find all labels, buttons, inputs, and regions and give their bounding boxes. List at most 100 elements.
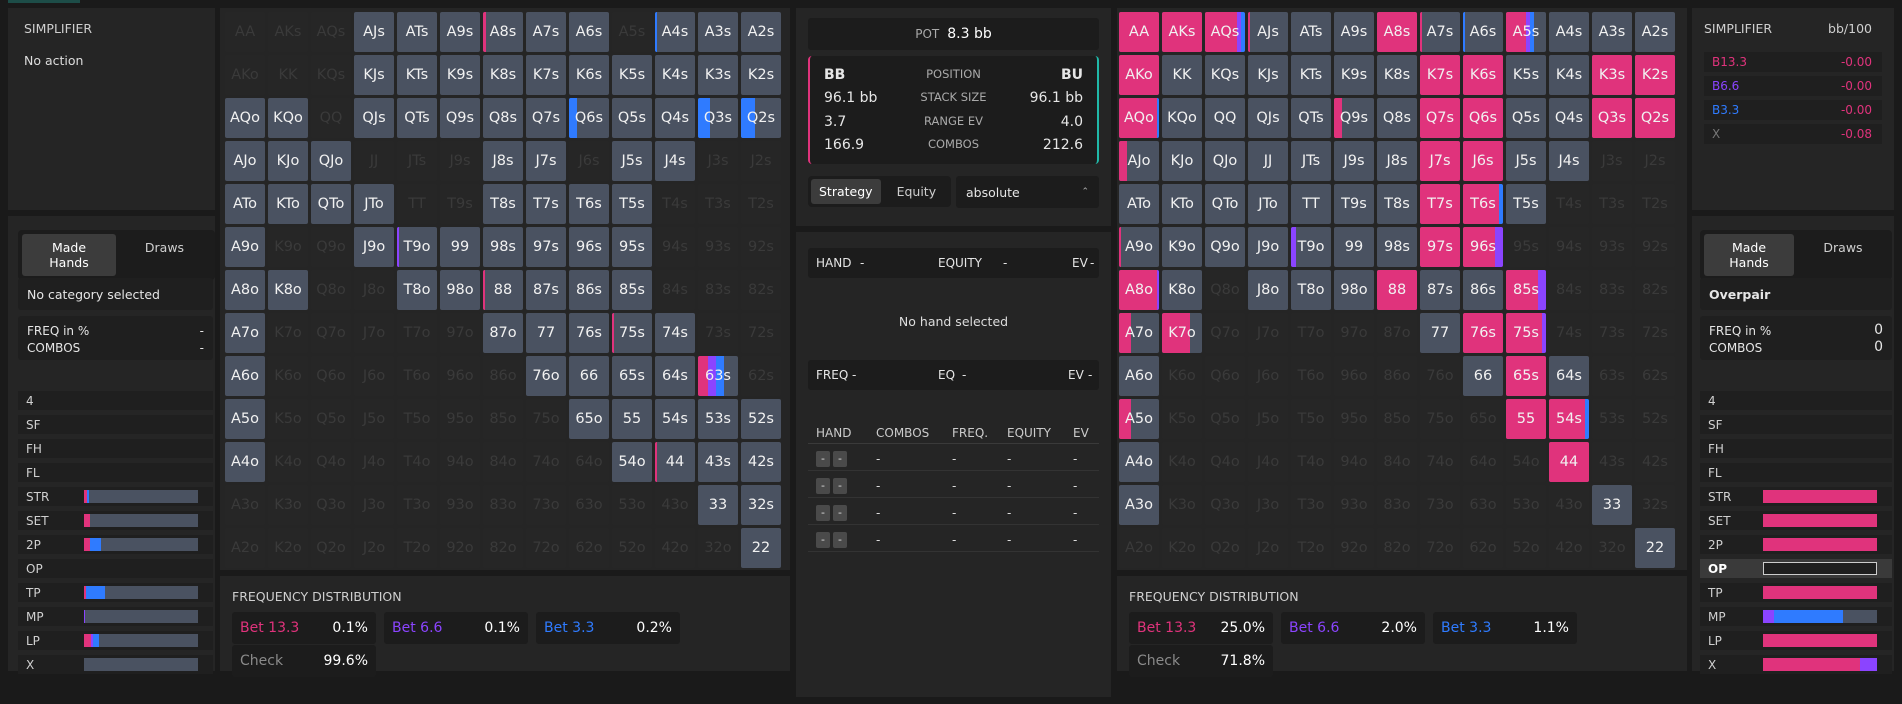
hand-cell-66[interactable]: 66 [1463,356,1503,396]
hand-cell-55[interactable]: 55 [612,399,652,439]
hand-cell-32o[interactable]: 32o [698,528,738,568]
hand-cell-53s[interactable]: 53s [698,399,738,439]
hand-cell-Q4s[interactable]: Q4s [1549,98,1589,138]
hand-cell-A3s[interactable]: A3s [698,12,738,52]
hand-cell-T3o[interactable]: T3o [1291,485,1331,525]
hand-cell-Q6o[interactable]: Q6o [311,356,351,396]
hand-cell-Q5o[interactable]: Q5o [311,399,351,439]
hand-cell-A7s[interactable]: A7s [1420,12,1460,52]
hand-cell-JTo[interactable]: JTo [354,184,394,224]
hand-cell-J7s[interactable]: J7s [526,141,566,181]
hand-cell-Q7s[interactable]: Q7s [526,98,566,138]
category-row-tp[interactable]: TP [1700,583,1892,602]
hand-cell-KQo[interactable]: KQo [268,98,308,138]
hand-cell-86s[interactable]: 86s [569,270,609,310]
hand-cell-AKo[interactable]: AKo [1119,55,1159,95]
hand-cell-AKo[interactable]: AKo [225,55,265,95]
hand-cell-T7o[interactable]: T7o [1291,313,1331,353]
hand-cell-86o[interactable]: 86o [483,356,523,396]
hand-cell-Q5s[interactable]: Q5s [612,98,652,138]
card-slot[interactable]: - [816,450,830,467]
hand-cell-Q6o[interactable]: Q6o [1205,356,1245,396]
hand-cell-J8s[interactable]: J8s [1377,141,1417,181]
hand-cell-44[interactable]: 44 [1549,442,1589,482]
hand-cell-74o[interactable]: 74o [1420,442,1460,482]
hand-cell-54s[interactable]: 54s [655,399,695,439]
hand-cell-97o[interactable]: 97o [440,313,480,353]
hand-cell-KK[interactable]: KK [268,55,308,95]
hand-cell-K6s[interactable]: K6s [569,55,609,95]
hand-cell-ATo[interactable]: ATo [225,184,265,224]
hand-cell-97o[interactable]: 97o [1334,313,1374,353]
hand-cell-76s[interactable]: 76s [1463,313,1503,353]
hand-cell-T9o[interactable]: T9o [397,227,437,267]
category-row-op[interactable]: OP [1700,559,1892,578]
hand-cell-53s[interactable]: 53s [1592,399,1632,439]
hand-cell-T6s[interactable]: T6s [1463,184,1503,224]
hand-cell-K9s[interactable]: K9s [1334,55,1374,95]
hand-cell-J7o[interactable]: J7o [1248,313,1288,353]
hand-cell-82o[interactable]: 82o [483,528,523,568]
hand-cell-K3s[interactable]: K3s [698,55,738,95]
hand-cell-95s[interactable]: 95s [612,227,652,267]
hand-cell-32s[interactable]: 32s [1635,485,1675,525]
hand-cell-K3o[interactable]: K3o [268,485,308,525]
category-row-fl[interactable]: FL [1700,463,1892,482]
hand-cell-87s[interactable]: 87s [1420,270,1460,310]
hand-cell-22[interactable]: 22 [1635,528,1675,568]
hand-cell-82s[interactable]: 82s [741,270,781,310]
hand-cell-54o[interactable]: 54o [1506,442,1546,482]
hand-cell-33[interactable]: 33 [1592,485,1632,525]
hand-cell-72o[interactable]: 72o [1420,528,1460,568]
hand-cell-T4s[interactable]: T4s [655,184,695,224]
hand-cell-J9o[interactable]: J9o [1248,227,1288,267]
hand-cell-K7s[interactable]: K7s [526,55,566,95]
hand-cell-74o[interactable]: 74o [526,442,566,482]
hand-cell-A8s[interactable]: A8s [483,12,523,52]
hand-cell-97s[interactable]: 97s [526,227,566,267]
hand-cell-85s[interactable]: 85s [612,270,652,310]
category-row-2p[interactable]: 2P [1700,535,1892,554]
hand-cell-73s[interactable]: 73s [1592,313,1632,353]
hand-cell-T6s[interactable]: T6s [569,184,609,224]
hand-cell-T4o[interactable]: T4o [1291,442,1331,482]
hand-cell-K8s[interactable]: K8s [483,55,523,95]
hand-cell-J5o[interactable]: J5o [1248,399,1288,439]
hand-cell-QJo[interactable]: QJo [311,141,351,181]
hand-cell-95s[interactable]: 95s [1506,227,1546,267]
hand-cell-63s[interactable]: 63s [1592,356,1632,396]
hand-cell-73o[interactable]: 73o [1420,485,1460,525]
hand-cell-84o[interactable]: 84o [483,442,523,482]
tab-made-hands[interactable]: Made Hands [22,234,116,276]
card-slot[interactable]: - [816,531,830,548]
category-row-lp[interactable]: LP [1700,631,1892,650]
hand-cell-88[interactable]: 88 [1377,270,1417,310]
hand-cell-42o[interactable]: 42o [655,528,695,568]
hand-cell-K4o[interactable]: K4o [1162,442,1202,482]
hand-cell-A5s[interactable]: A5s [612,12,652,52]
hand-cell-Q3s[interactable]: Q3s [1592,98,1632,138]
hand-cell-J4o[interactable]: J4o [354,442,394,482]
hand-cell-43o[interactable]: 43o [655,485,695,525]
hand-cell-84o[interactable]: 84o [1377,442,1417,482]
hand-cell-33[interactable]: 33 [698,485,738,525]
hand-cell-A8s[interactable]: A8s [1377,12,1417,52]
hand-cell-64s[interactable]: 64s [655,356,695,396]
hand-cell-74s[interactable]: 74s [655,313,695,353]
hand-cell-Q8o[interactable]: Q8o [311,270,351,310]
hand-cell-AJo[interactable]: AJo [1119,141,1159,181]
hand-cell-86o[interactable]: 86o [1377,356,1417,396]
card-slot[interactable]: - [833,504,847,521]
hand-cell-K3s[interactable]: K3s [1592,55,1632,95]
hand-cell-Q5o[interactable]: Q5o [1205,399,1245,439]
hand-cell-J8o[interactable]: J8o [1248,270,1288,310]
tab-strategy[interactable]: Strategy [811,179,881,204]
hand-cell-Q7o[interactable]: Q7o [1205,313,1245,353]
hand-cell-52s[interactable]: 52s [741,399,781,439]
hand-cell-63s[interactable]: 63s [698,356,738,396]
hand-cell-K8o[interactable]: K8o [1162,270,1202,310]
hand-cell-85o[interactable]: 85o [1377,399,1417,439]
hand-cell-88[interactable]: 88 [483,270,523,310]
hand-cell-A6s[interactable]: A6s [569,12,609,52]
hand-cell-77[interactable]: 77 [526,313,566,353]
